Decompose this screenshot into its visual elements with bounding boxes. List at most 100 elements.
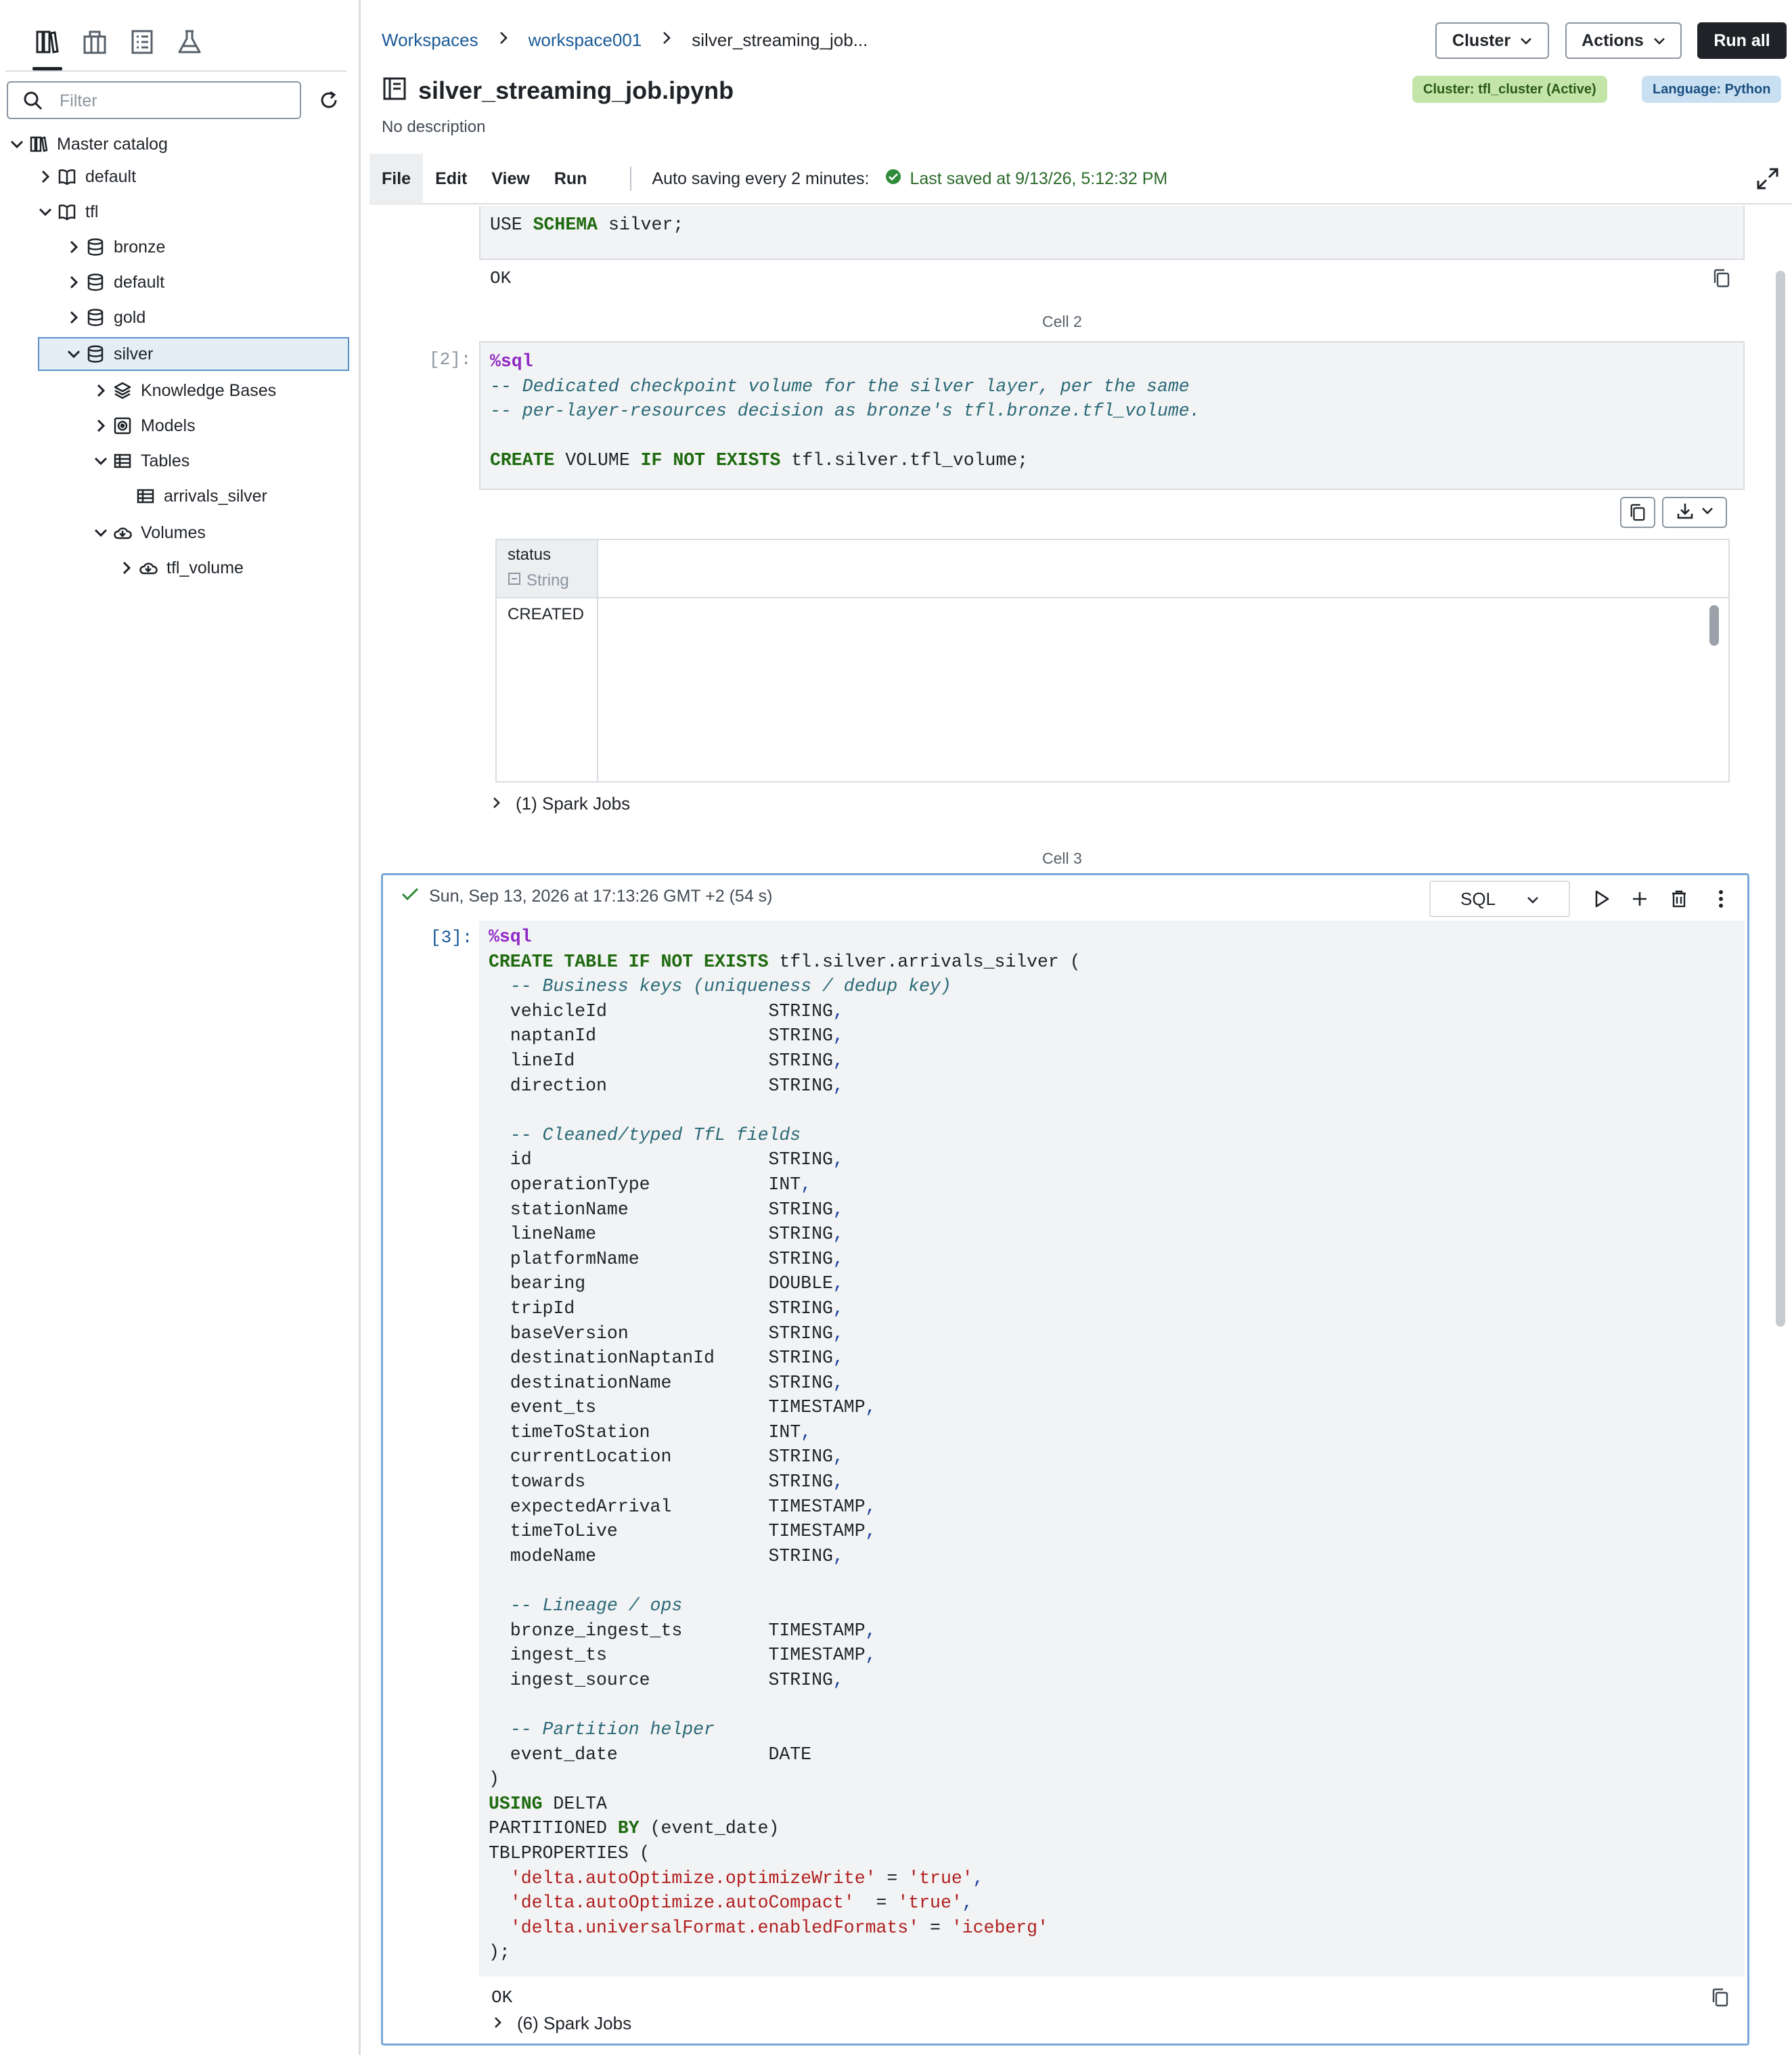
- catalog-icon: [28, 134, 49, 154]
- chevron-down-icon[interactable]: [8, 135, 26, 153]
- search-icon: [23, 91, 43, 114]
- menu-edit[interactable]: Edit: [423, 154, 479, 204]
- model-icon: [112, 416, 133, 436]
- notebook-title[interactable]: silver_streaming_job.ipynb: [418, 76, 734, 105]
- chevron-right-icon[interactable]: [65, 309, 83, 326]
- menu-view[interactable]: View: [479, 154, 542, 204]
- tree-item-knowledge-bases[interactable]: Knowledge Bases: [0, 374, 349, 407]
- cell-3-code-editor[interactable]: %sql CREATE TABLE IF NOT EXISTS tfl.silv…: [479, 921, 1745, 1976]
- notebook-scrollbar[interactable]: [1776, 271, 1785, 1327]
- chevron-down-icon[interactable]: [92, 524, 110, 542]
- run-cell-icon[interactable]: [1588, 885, 1616, 913]
- tree-item-label: tfl: [85, 202, 99, 221]
- lab-flask-tab-icon[interactable]: [173, 26, 206, 58]
- check-circle-icon: [885, 169, 901, 190]
- book-icon: [57, 202, 77, 222]
- tree-item-default-catalog[interactable]: default: [0, 160, 349, 194]
- workspace-tab-icon[interactable]: [79, 26, 111, 58]
- tree-item-gold[interactable]: gold: [0, 301, 349, 334]
- run-all-button[interactable]: Run all: [1697, 22, 1787, 59]
- expand-icon[interactable]: [1755, 167, 1780, 196]
- result-column-header[interactable]: status String: [497, 540, 598, 598]
- cell-3-run-status: Sun, Sep 13, 2026 at 17:13:26 GMT +2 (54…: [401, 886, 773, 907]
- notebook-description[interactable]: No description: [382, 118, 485, 137]
- tree-item-label: Knowledge Bases: [141, 380, 277, 400]
- tree-item-volumes[interactable]: Volumes: [0, 516, 349, 550]
- sidebar-divider: [5, 70, 346, 72]
- cell-2-code-editor[interactable]: %sql -- Dedicated checkpoint volume for …: [479, 341, 1745, 490]
- cluster-button[interactable]: Cluster: [1435, 22, 1549, 59]
- download-output-button[interactable]: [1662, 497, 1727, 528]
- add-cell-icon[interactable]: [1626, 885, 1654, 913]
- chevron-right-icon[interactable]: [118, 559, 135, 577]
- chevron-right-icon[interactable]: [92, 382, 110, 399]
- tree-item-models[interactable]: Models: [0, 409, 349, 443]
- menu-run[interactable]: Run: [542, 154, 600, 204]
- cell-language-select[interactable]: SQL: [1429, 881, 1570, 917]
- chevron-right-icon[interactable]: [37, 168, 54, 185]
- schema-icon: [85, 237, 106, 257]
- result-scrollbar[interactable]: [1709, 605, 1719, 646]
- actions-button-label: Actions: [1582, 30, 1644, 50]
- tree-item-bronze[interactable]: bronze: [0, 230, 349, 264]
- tree-item-default-schema[interactable]: default: [0, 265, 349, 299]
- string-type-icon: [508, 571, 521, 590]
- chevron-right-icon: [493, 2013, 503, 2034]
- filter-input[interactable]: [60, 89, 290, 112]
- tree-item-silver[interactable]: silver: [38, 337, 349, 371]
- delete-cell-icon[interactable]: [1665, 885, 1693, 913]
- chevron-right-icon[interactable]: [65, 238, 83, 256]
- chevron-right-icon[interactable]: [65, 273, 83, 291]
- volume-icon: [138, 558, 158, 578]
- breadcrumb-workspace001[interactable]: workspace001: [529, 30, 642, 51]
- chevron-down-icon[interactable]: [37, 203, 54, 221]
- download-icon: [1676, 502, 1695, 524]
- cell-3-output: OK: [491, 1987, 513, 2008]
- chevron-down-icon[interactable]: [92, 452, 110, 470]
- breadcrumb-workspaces[interactable]: Workspaces: [382, 30, 478, 51]
- menu-file[interactable]: File: [369, 154, 424, 204]
- cluster-status-badge: Cluster: tfl_cluster (Active): [1412, 76, 1607, 103]
- cell-1-code-editor[interactable]: USE SCHEMA silver;: [479, 206, 1745, 260]
- cell-language-value: SQL: [1460, 888, 1496, 909]
- layers-icon: [112, 380, 133, 401]
- copy-icon[interactable]: [1712, 268, 1731, 292]
- more-options-icon[interactable]: [1707, 885, 1735, 913]
- actions-button[interactable]: Actions: [1565, 22, 1682, 59]
- chevron-right-icon[interactable]: [92, 417, 110, 435]
- tree-item-label: tfl_volume: [166, 558, 244, 577]
- schema-icon: [85, 344, 106, 364]
- last-saved-status: Last saved at 9/13/26, 5:12:32 PM: [885, 169, 1167, 190]
- cell-3-timestamp: Sun, Sep 13, 2026 at 17:13:26 GMT +2 (54…: [429, 887, 773, 906]
- copy-output-button[interactable]: [1620, 497, 1655, 528]
- tree-item-label: Master catalog: [57, 134, 168, 154]
- result-cell[interactable]: CREATED: [508, 605, 584, 624]
- cell-3-spark-jobs[interactable]: (6) Spark Jobs: [493, 2013, 631, 2034]
- copy-icon[interactable]: [1711, 1987, 1730, 2011]
- refresh-icon[interactable]: [315, 87, 342, 114]
- chevron-down-icon: [1701, 506, 1713, 519]
- chevron-down-icon[interactable]: [65, 345, 83, 363]
- tree-item-label: gold: [114, 307, 146, 327]
- cell-2-result-table: status String CREATED: [495, 539, 1730, 782]
- cell-3-label: Cell 3: [1042, 849, 1082, 867]
- tree-item-tables[interactable]: Tables: [0, 444, 349, 478]
- catalog-tab-icon[interactable]: [31, 26, 64, 70]
- cell-3-code: %sql CREATE TABLE IF NOT EXISTS tfl.silv…: [489, 927, 1081, 1963]
- cell-2-spark-jobs[interactable]: (1) Spark Jobs: [491, 793, 630, 814]
- tree-item-label: bronze: [114, 237, 166, 257]
- chevron-right-icon: [491, 793, 502, 814]
- volume-icon: [112, 523, 133, 543]
- filter-field[interactable]: [7, 81, 301, 119]
- result-header-fill: [598, 540, 1728, 598]
- result-column-type: String: [508, 571, 569, 590]
- chevron-right-icon: [497, 30, 510, 50]
- cell-3-prompt: [3]:: [430, 927, 473, 948]
- tree-item-tfl-volume[interactable]: tfl_volume: [0, 551, 349, 585]
- list-tab-icon[interactable]: [126, 26, 158, 58]
- tree-item-master-catalog[interactable]: Master catalog: [0, 127, 349, 161]
- tree-item-arrivals-silver[interactable]: arrivals_silver: [0, 479, 349, 513]
- tree-item-label: arrivals_silver: [164, 486, 267, 506]
- tree-item-label: Models: [141, 416, 196, 435]
- tree-item-tfl[interactable]: tfl: [0, 195, 349, 229]
